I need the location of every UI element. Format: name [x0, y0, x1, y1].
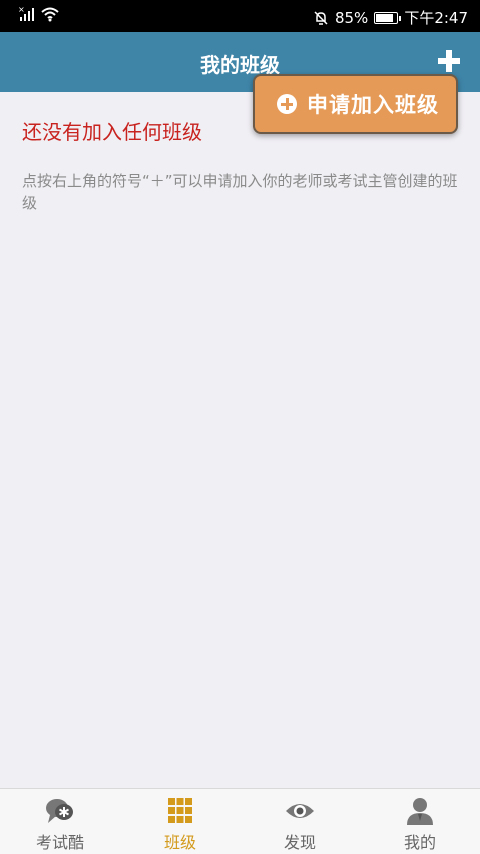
nav-label-class: 班级	[163, 833, 196, 852]
nav-item-discover[interactable]: 发现	[240, 789, 360, 854]
user-icon	[407, 798, 433, 825]
bottom-nav: 考试酷 班级 发现 我的	[0, 788, 480, 854]
grid-icon	[168, 798, 192, 823]
clock: 下午2:47	[404, 9, 468, 27]
empty-state-title: 还没有加入任何班级	[22, 120, 202, 144]
plus-circle-icon	[277, 94, 297, 114]
bell-muted-icon	[314, 10, 328, 25]
empty-state-description: 点按右上角的符号“＋”可以申请加入你的老师或考试主管创建的班级	[22, 172, 458, 212]
nav-label-kaoshiku: 考试酷	[35, 833, 84, 852]
nav-label-mine: 我的	[403, 833, 436, 852]
eye-icon	[286, 804, 314, 818]
nav-item-kaoshiku[interactable]: 考试酷	[0, 789, 120, 854]
apply-join-class-label: 申请加入班级	[307, 93, 439, 117]
status-left: ×	[18, 6, 60, 22]
battery-fill	[376, 13, 393, 22]
signal-icon: ×	[18, 6, 34, 21]
nav-item-class[interactable]: 班级	[120, 789, 240, 854]
nav-item-mine[interactable]: 我的	[360, 789, 480, 854]
chat-bubble-icon	[46, 799, 73, 823]
battery-icon	[374, 11, 402, 24]
status-bar: × 85% 下午2:47	[0, 0, 480, 32]
apply-join-class-menu-item[interactable]: 申请加入班级	[253, 74, 458, 134]
nav-label-discover: 发现	[283, 833, 316, 852]
add-class-button[interactable]	[438, 50, 460, 72]
status-right: 85% 下午2:47	[313, 7, 468, 28]
svg-text:×: ×	[18, 6, 25, 14]
battery-percent: 85%	[334, 8, 369, 27]
wifi-icon	[41, 7, 59, 22]
